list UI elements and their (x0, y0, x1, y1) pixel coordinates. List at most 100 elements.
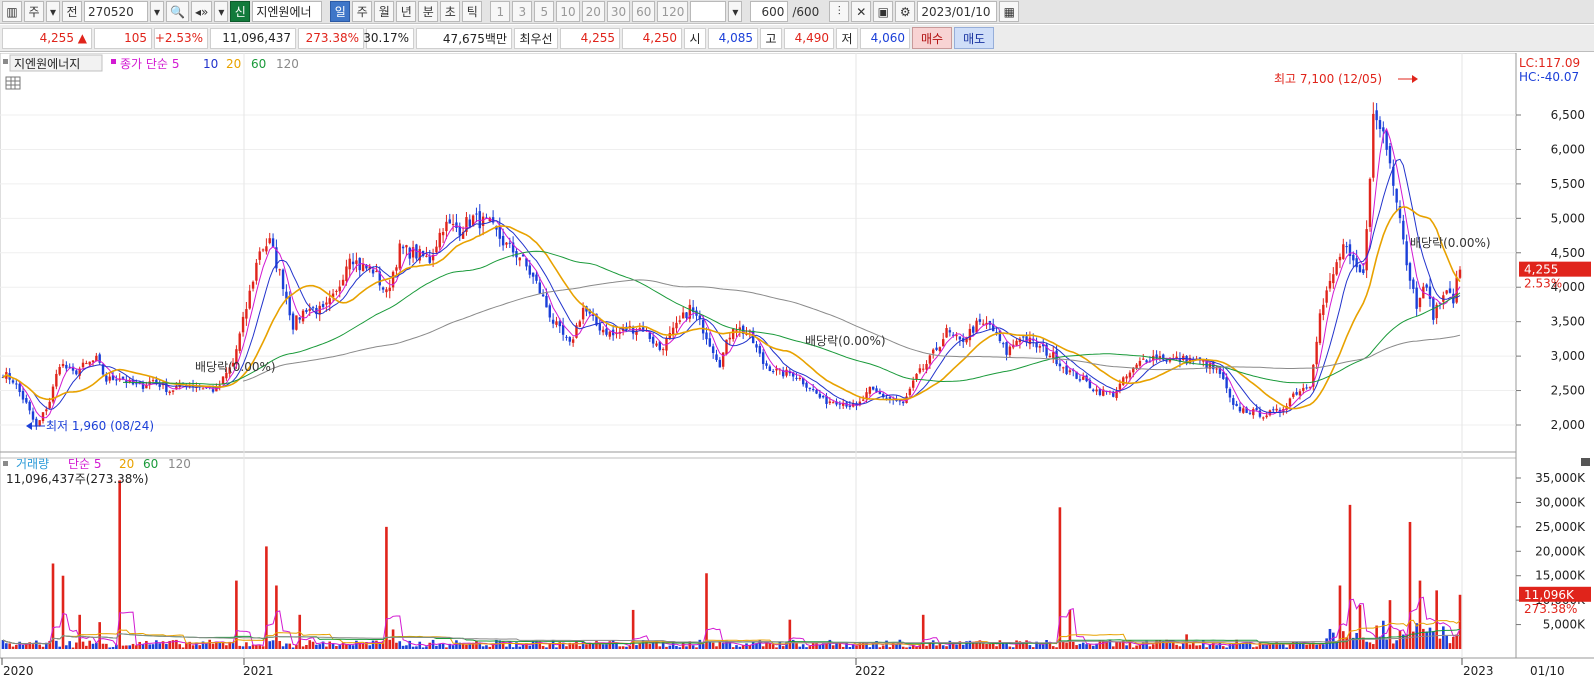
volume-legend-type[interactable]: 단순 5 (68, 457, 102, 471)
candle-body (328, 298, 331, 304)
candle-body (1272, 409, 1275, 411)
interval-10-button[interactable]: 10 (556, 1, 580, 22)
period-type-dropdown-icon[interactable]: ▾ (46, 1, 60, 22)
candle-body (498, 226, 501, 239)
volume-bar (71, 647, 75, 649)
candle-body (601, 329, 605, 333)
period-week-tab[interactable]: 주 (352, 1, 373, 22)
volume-bar (798, 646, 802, 649)
bar-count-input[interactable]: 600 (750, 1, 789, 22)
sound-icon[interactable]: ◂» (190, 1, 213, 22)
candle-body (91, 360, 95, 363)
save-icon[interactable]: ▣ (873, 1, 894, 22)
candle-body (1038, 346, 1042, 348)
volume-bar (1195, 645, 1198, 649)
bar-count-total: /600 (792, 4, 820, 19)
settings-gear-icon[interactable]: ⚙ (895, 1, 916, 22)
candle-body (398, 243, 401, 269)
volume-bar (1322, 644, 1325, 649)
candle-body (151, 380, 155, 382)
volume-bar (961, 644, 965, 649)
interval-3-button[interactable]: 3 (512, 1, 533, 22)
volume-bar (1271, 643, 1275, 649)
volume-bar (1111, 646, 1115, 649)
stock-code-input[interactable]: 270520 (84, 1, 148, 22)
sound-dropdown-icon[interactable]: ▾ (214, 1, 229, 22)
candle-type-icon[interactable]: ⫶ (829, 1, 850, 22)
candle-body (1135, 364, 1138, 369)
custom-interval-input[interactable] (690, 1, 727, 22)
candle-body (45, 409, 48, 412)
vma20-legend[interactable]: 20 (119, 457, 134, 471)
period-type-select[interactable]: 주 (24, 1, 44, 22)
interval-120-button[interactable]: 120 (657, 1, 689, 22)
volume-bar (151, 644, 155, 649)
custom-interval-dropdown-icon[interactable]: ▾ (728, 1, 743, 22)
interval-20-button[interactable]: 20 (581, 1, 605, 22)
interval-60-button[interactable]: 60 (632, 1, 656, 22)
volume-bar (1342, 631, 1345, 649)
candle-body (58, 367, 61, 375)
volume-legend-name[interactable]: 거래량 (16, 457, 49, 471)
volume-bar (998, 640, 1002, 649)
period-tick-tab[interactable]: 틱 (462, 1, 483, 22)
stock-name-field[interactable]: 지엔원에너 (252, 1, 323, 22)
sell-button[interactable]: 매도 (954, 27, 995, 49)
grid-toggle-icon[interactable] (5, 76, 21, 90)
volume-ratio: 273.38% (298, 27, 364, 49)
code-dropdown-icon[interactable]: ▾ (150, 1, 164, 22)
panel-menu-icon[interactable] (3, 59, 8, 64)
interval-1-button[interactable]: 1 (490, 1, 511, 22)
new-badge[interactable]: 신 (230, 1, 251, 22)
candle-body (468, 219, 471, 227)
date-input[interactable]: 2023/01/10 (917, 1, 998, 22)
ma10-legend[interactable]: 10 (203, 57, 218, 71)
period-minute-tab[interactable]: 분 (418, 1, 439, 22)
interval-30-button[interactable]: 30 (606, 1, 631, 22)
ma20-legend[interactable]: 20 (226, 57, 241, 71)
crosshair-icon[interactable]: ✕ (851, 1, 872, 22)
candle-body (55, 373, 58, 387)
price-legend-type[interactable]: 종가 단순 5 (120, 57, 179, 71)
search-icon[interactable]: 🔍 (166, 1, 189, 22)
layout-icon[interactable]: ▥ (2, 1, 22, 22)
volume-bar (481, 646, 485, 649)
volume-bar (751, 641, 755, 649)
volume-bar (925, 645, 928, 649)
volume-panel-collapse-icon[interactable] (1581, 458, 1590, 466)
volume-bar (328, 641, 332, 649)
interval-5-button[interactable]: 5 (534, 1, 555, 22)
period-month-tab[interactable]: 월 (374, 1, 395, 22)
vma60-legend[interactable]: 60 (143, 457, 158, 471)
price-change: 105 (94, 27, 152, 49)
prev-button[interactable]: 전 (62, 1, 82, 22)
volume-bar (225, 645, 228, 649)
volume-bar (135, 645, 138, 649)
stock-chart[interactable]: 2,0002,5003,0003,5004,0004,5005,0005,500… (0, 53, 1594, 684)
candle-body (388, 287, 391, 292)
candle-body (1248, 412, 1252, 414)
calendar-icon[interactable]: ▦ (999, 1, 1020, 22)
period-year-tab[interactable]: 년 (396, 1, 417, 22)
volume-bar (108, 647, 111, 649)
candle-body (558, 321, 561, 327)
volume-bar (778, 642, 782, 649)
vma120-legend[interactable]: 120 (168, 457, 191, 471)
volume-bar (15, 644, 18, 649)
candle-body (982, 323, 985, 325)
candle-body (798, 377, 802, 379)
ma120-legend[interactable]: 120 (276, 57, 299, 71)
candle-body (975, 320, 978, 333)
volume-bar (905, 647, 908, 649)
best-bid-label: 최우선 (514, 27, 558, 49)
volume-bar (1368, 642, 1372, 649)
volume-bar (621, 646, 625, 649)
volume-panel-menu-icon[interactable] (3, 461, 8, 466)
ma60-legend[interactable]: 60 (251, 57, 266, 71)
period-second-tab[interactable]: 초 (440, 1, 461, 22)
period-day-tab[interactable]: 일 (330, 1, 351, 22)
candle-body (928, 355, 932, 364)
candle-body (1385, 131, 1388, 150)
volume-bar (1068, 609, 1072, 649)
buy-button[interactable]: 매수 (912, 27, 953, 49)
